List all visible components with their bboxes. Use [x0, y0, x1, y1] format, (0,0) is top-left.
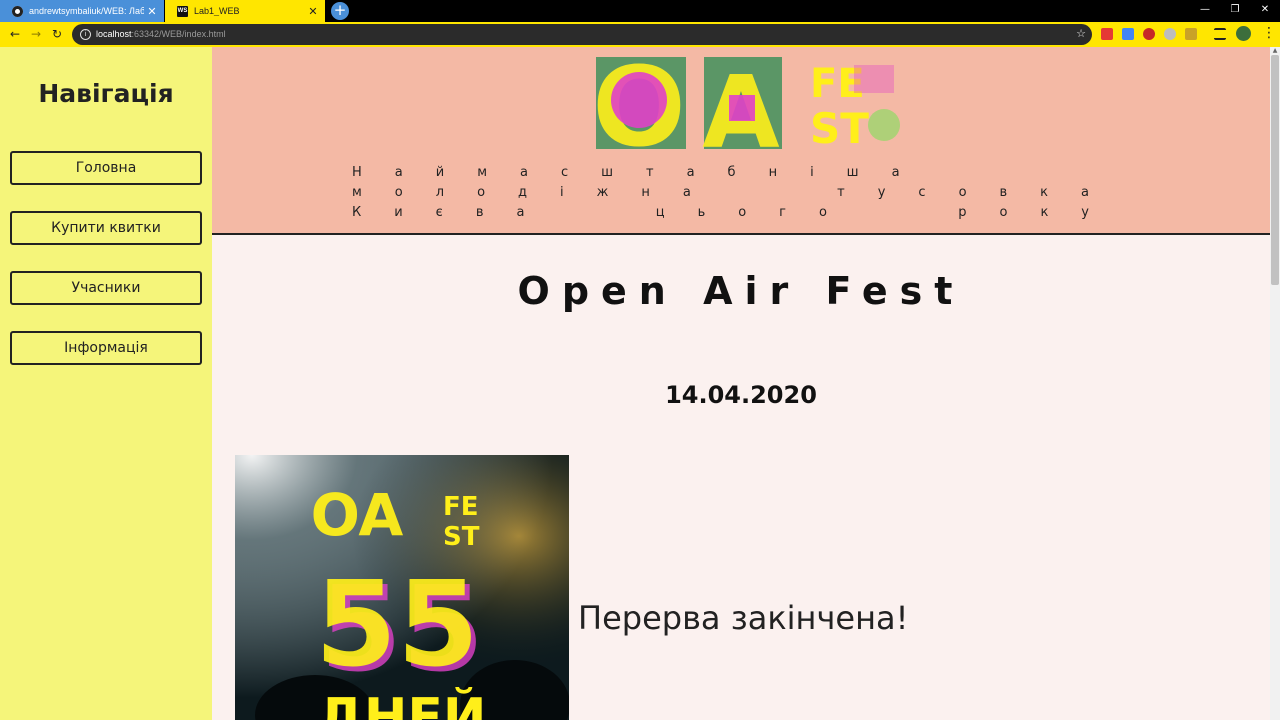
url-host: localhost [96, 29, 132, 39]
nav-item-buy-tickets[interactable]: Купити квитки [10, 211, 202, 245]
reading-list-icon[interactable] [1214, 28, 1226, 40]
nav-item-information[interactable]: Інформація [10, 331, 202, 365]
nav-item-home[interactable]: Головна [10, 151, 202, 185]
tab-lab1[interactable]: WS Lab1_WEB ✕ [165, 0, 325, 22]
poster-number: 55 [315, 555, 479, 693]
page-title: Open Air Fest [517, 269, 965, 313]
extension-icon[interactable] [1164, 28, 1176, 40]
back-icon[interactable]: ← [6, 25, 24, 43]
menu-icon[interactable]: ⋮ [1262, 25, 1276, 43]
web-page: Навігація Головна Купити квитки Учасники… [0, 47, 1280, 720]
webstorm-icon: WS [177, 5, 188, 17]
url: localhost:63342/WEB/index.html [96, 24, 226, 45]
scrollbar[interactable]: ▲ [1270, 47, 1280, 720]
festival-poster: OA FE ST 55 55 ДНЕЙ [235, 455, 569, 720]
close-window-icon[interactable]: ✕ [1250, 0, 1280, 22]
hero-banner: O A FE ST Наймасштабніша молодіжна тусов… [212, 47, 1270, 235]
status-message: Перерва закінчена! [578, 599, 909, 637]
hero-tagline: Наймасштабніша молодіжна тусовка Києва ц… [352, 165, 1122, 220]
poster-word: ДНЕЙ [318, 687, 487, 720]
browser-toolbar: ← → ↻ i localhost:63342/WEB/index.html ☆… [0, 22, 1280, 47]
close-icon[interactable]: ✕ [144, 5, 160, 18]
address-bar[interactable]: i localhost:63342/WEB/index.html ☆ [72, 24, 1092, 45]
extension-icon[interactable] [1185, 28, 1197, 40]
info-icon[interactable]: i [80, 29, 91, 40]
nav-title: Навігація [38, 79, 174, 108]
extension-icon[interactable] [1101, 28, 1113, 40]
main-content: O A FE ST Наймасштабніша молодіжна тусов… [212, 47, 1270, 720]
scroll-up-icon[interactable]: ▲ [1271, 47, 1279, 55]
poster-logo-st: ST [443, 522, 480, 552]
avatar[interactable] [1236, 26, 1251, 41]
ublock-icon[interactable] [1143, 28, 1155, 40]
event-date: 14.04.2020 [665, 381, 817, 409]
url-path: :63342/WEB/index.html [131, 29, 226, 39]
reload-icon[interactable]: ↻ [48, 25, 66, 43]
new-tab-button[interactable]: + [331, 2, 349, 20]
scrollbar-thumb[interactable] [1271, 55, 1279, 285]
close-icon[interactable]: ✕ [305, 5, 321, 18]
festival-logo: O A FE ST [592, 55, 900, 155]
tab-title: andrewtsymbaliuk/WEB: Лабора [29, 6, 144, 16]
nav-item-participants[interactable]: Учасники [10, 271, 202, 305]
bookmark-star-icon[interactable]: ☆ [1076, 24, 1086, 45]
tab-title: Lab1_WEB [194, 6, 240, 16]
restore-icon[interactable]: ❐ [1220, 0, 1250, 22]
minimize-icon[interactable]: — [1190, 0, 1220, 22]
tab-github[interactable]: andrewtsymbaliuk/WEB: Лабора ✕ [0, 0, 164, 22]
sidebar: Навігація Головна Купити квитки Учасники… [0, 47, 212, 720]
poster-logo-fe: FE [443, 492, 479, 522]
translate-icon[interactable] [1122, 28, 1134, 40]
tab-bar: andrewtsymbaliuk/WEB: Лабора ✕ WS Lab1_W… [0, 0, 1280, 22]
logo-st: ST [810, 104, 869, 153]
poster-logo-oa: OA [311, 481, 404, 549]
github-icon [12, 5, 23, 17]
forward-icon[interactable]: → [27, 25, 45, 43]
